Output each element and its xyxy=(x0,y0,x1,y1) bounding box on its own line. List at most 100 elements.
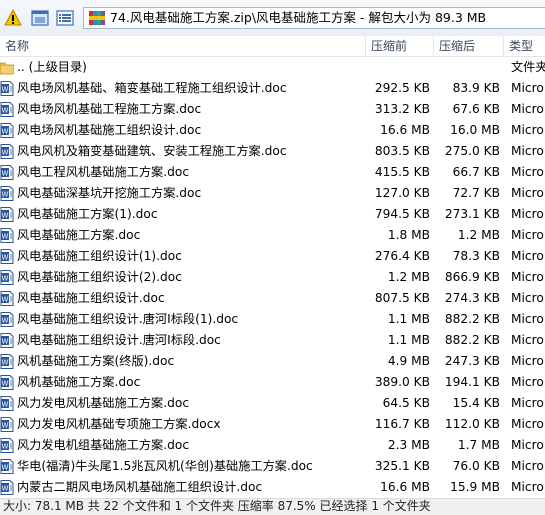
file-compressed-size: 1.7 MB xyxy=(457,438,500,452)
parent-folder-row[interactable]: .. (上级目录) 文件夹 xyxy=(0,57,545,78)
file-name: 风电场风机基础、箱变基础工程施工组织设计.doc xyxy=(17,81,287,95)
file-compressed-size: 882.2 KB xyxy=(444,312,500,326)
file-type: Micro xyxy=(511,291,544,305)
word-doc-icon: W xyxy=(0,354,14,369)
file-list: .. (上级目录) 文件夹 W 风电场风机基础、箱变基础工程施工组织设计.doc 2… xyxy=(0,57,545,498)
file-name: 风电工程风机基础施工方案.doc xyxy=(17,165,190,179)
svg-text:W: W xyxy=(2,86,9,94)
file-original-size: 4.9 MB xyxy=(387,354,430,368)
file-row[interactable]: W 风力发电风机基础施工方案.doc 64.5 KB 15.4 KB Micro xyxy=(0,393,545,414)
file-original-size: 1.1 MB xyxy=(387,312,430,326)
word-doc-icon: W xyxy=(0,333,14,348)
file-original-size: 1.8 MB xyxy=(387,228,430,242)
file-compressed-size: 882.2 KB xyxy=(444,333,500,347)
file-name: 风电基础施工方案.doc xyxy=(17,228,141,242)
file-original-size: 16.6 MB xyxy=(380,123,430,137)
svg-text:W: W xyxy=(2,359,9,367)
file-row[interactable]: W 风电场风机基础施工组织设计.doc 16.6 MB 16.0 MB Micro xyxy=(0,120,545,141)
file-row[interactable]: W 风机基础施工方案.doc 389.0 KB 194.1 KB Micro xyxy=(0,372,545,393)
svg-text:W: W xyxy=(2,443,9,451)
column-name[interactable]: 名称 xyxy=(0,36,366,56)
word-doc-icon: W xyxy=(0,270,14,285)
file-type: Micro xyxy=(511,207,544,221)
file-row[interactable]: W 风电风机及箱变基础建筑、安装工程施工方案.doc 803.5 KB 275.0 K… xyxy=(0,141,545,162)
svg-text:W: W xyxy=(2,338,9,346)
file-row[interactable]: W 风电场风机基础工程施工方案.doc 313.2 KB 67.6 KB Micro xyxy=(0,99,545,120)
file-row[interactable]: W 风机基础施工方案(终版).doc 4.9 MB 247.3 KB Micro xyxy=(0,351,545,372)
file-row[interactable]: W 风电基础施工组织设计.唐河Ⅰ标段.doc 1.1 MB 882.2 KB Micro xyxy=(0,330,545,351)
file-original-size: 2.3 MB xyxy=(387,438,430,452)
file-name: 风电基础深基坑开挖施工方案.doc xyxy=(17,186,202,200)
svg-text:W: W xyxy=(2,128,9,136)
file-original-size: 803.5 KB xyxy=(374,144,430,158)
file-name: 风力发电风机基础专项施工方案.docx xyxy=(17,417,221,431)
file-type: Micro xyxy=(511,165,544,179)
file-compressed-size: 76.0 KB xyxy=(452,459,500,473)
file-row[interactable]: W 风电基础施工方案(1).doc 794.5 KB 273.1 KB Micro xyxy=(0,204,545,225)
file-row[interactable]: W 华电(福清)牛头尾1.5兆瓦风机(华创)基础施工方案.doc 325.1 KB 7… xyxy=(0,456,545,477)
file-row[interactable]: W 风力发电机组基础施工方案.doc 2.3 MB 1.7 MB Micro xyxy=(0,435,545,456)
file-compressed-size: 83.9 KB xyxy=(452,81,500,95)
file-type: Micro xyxy=(511,228,544,242)
file-compressed-size: 112.0 KB xyxy=(444,417,500,431)
word-doc-icon: W xyxy=(0,459,14,474)
file-original-size: 313.2 KB xyxy=(374,102,430,116)
column-type[interactable]: 类型 xyxy=(504,36,545,56)
file-original-size: 389.0 KB xyxy=(374,375,430,389)
file-name: 风电基础施工组织设计(2).doc xyxy=(17,270,182,284)
file-name: 风电风机及箱变基础建筑、安装工程施工方案.doc xyxy=(17,144,287,158)
svg-text:W: W xyxy=(2,149,9,157)
file-name: 风电基础施工组织设计(1).doc xyxy=(17,249,182,263)
word-doc-icon: W xyxy=(0,375,14,390)
svg-text:W: W xyxy=(2,317,9,325)
file-type: Micro xyxy=(511,312,544,326)
file-row[interactable]: W 风电工程风机基础施工方案.doc 415.5 KB 66.7 KB Micro xyxy=(0,162,545,183)
file-type: Micro xyxy=(511,81,544,95)
file-name: 风电场风机基础施工组织设计.doc xyxy=(17,123,202,137)
toolbar: 74.风电基础施工方案.zip\风电基础施工方案 - 解包大小为 89.3 MB xyxy=(0,0,545,37)
file-original-size: 64.5 KB xyxy=(382,396,430,410)
file-type: Micro xyxy=(511,102,544,116)
word-doc-icon: W xyxy=(0,312,14,327)
word-doc-icon: W xyxy=(0,396,14,411)
svg-text:W: W xyxy=(2,254,9,262)
column-compressed-size[interactable]: 压缩后 xyxy=(434,36,504,56)
file-compressed-size: 16.0 MB xyxy=(450,123,500,137)
column-header: 名称 压缩前 压缩后 类型 xyxy=(0,36,545,57)
file-row[interactable]: W 内蒙古二期风电场风机基础施工组织设计.doc 16.6 MB 15.9 MB Mic… xyxy=(0,477,545,498)
file-row[interactable]: W 风电基础施工方案.doc 1.8 MB 1.2 MB Micro xyxy=(0,225,545,246)
file-row[interactable]: W 风电基础施工组织设计.doc 807.5 KB 274.3 KB Micro xyxy=(0,288,545,309)
word-doc-icon: W xyxy=(0,81,14,96)
file-name: 风电基础施工组织设计.唐河Ⅰ标段(1).doc xyxy=(17,312,239,326)
list-view-icon[interactable] xyxy=(56,9,74,27)
file-compressed-size: 15.4 KB xyxy=(452,396,500,410)
file-name: 内蒙古二期风电场风机基础施工组织设计.doc xyxy=(17,480,263,494)
word-doc-icon: W xyxy=(0,291,14,306)
svg-text:W: W xyxy=(2,275,9,283)
address-bar[interactable]: 74.风电基础施工方案.zip\风电基础施工方案 - 解包大小为 89.3 MB xyxy=(83,7,545,29)
file-row[interactable]: W 风电基础施工组织设计.唐河Ⅰ标段(1).doc 1.1 MB 882.2 KB Mi… xyxy=(0,309,545,330)
file-compressed-size: 275.0 KB xyxy=(444,144,500,158)
warning-icon[interactable] xyxy=(4,9,22,27)
file-compressed-size: 67.6 KB xyxy=(452,102,500,116)
file-name: 风电基础施工组织设计.doc xyxy=(17,291,165,305)
svg-text:W: W xyxy=(2,233,9,241)
file-original-size: 116.7 KB xyxy=(374,417,430,431)
file-compressed-size: 1.2 MB xyxy=(457,228,500,242)
word-doc-icon: W xyxy=(0,417,14,432)
file-compressed-size: 72.7 KB xyxy=(452,186,500,200)
file-row[interactable]: W 风电基础深基坑开挖施工方案.doc 127.0 KB 72.7 KB Micro xyxy=(0,183,545,204)
file-row[interactable]: W 风力发电风机基础专项施工方案.docx 116.7 KB 112.0 KB Micr… xyxy=(0,414,545,435)
file-name: 风机基础施工方案(终版).doc xyxy=(17,354,175,368)
file-original-size: 276.4 KB xyxy=(374,249,430,263)
window-icon[interactable] xyxy=(31,9,49,27)
file-row[interactable]: W 风电基础施工组织设计(2).doc 1.2 MB 866.9 KB Micro xyxy=(0,267,545,288)
file-compressed-size: 866.9 KB xyxy=(444,270,500,284)
column-original-size[interactable]: 压缩前 xyxy=(366,36,434,56)
word-doc-icon: W xyxy=(0,228,14,243)
archive-icon xyxy=(89,11,105,25)
file-row[interactable]: W 风电场风机基础、箱变基础工程施工组织设计.doc 292.5 KB 83.9 KB… xyxy=(0,78,545,99)
address-path: 74.风电基础施工方案.zip\风电基础施工方案 - 解包大小为 89.3 MB xyxy=(110,10,487,25)
svg-text:W: W xyxy=(2,464,9,472)
file-row[interactable]: W 风电基础施工组织设计(1).doc 276.4 KB 78.3 KB Micro xyxy=(0,246,545,267)
